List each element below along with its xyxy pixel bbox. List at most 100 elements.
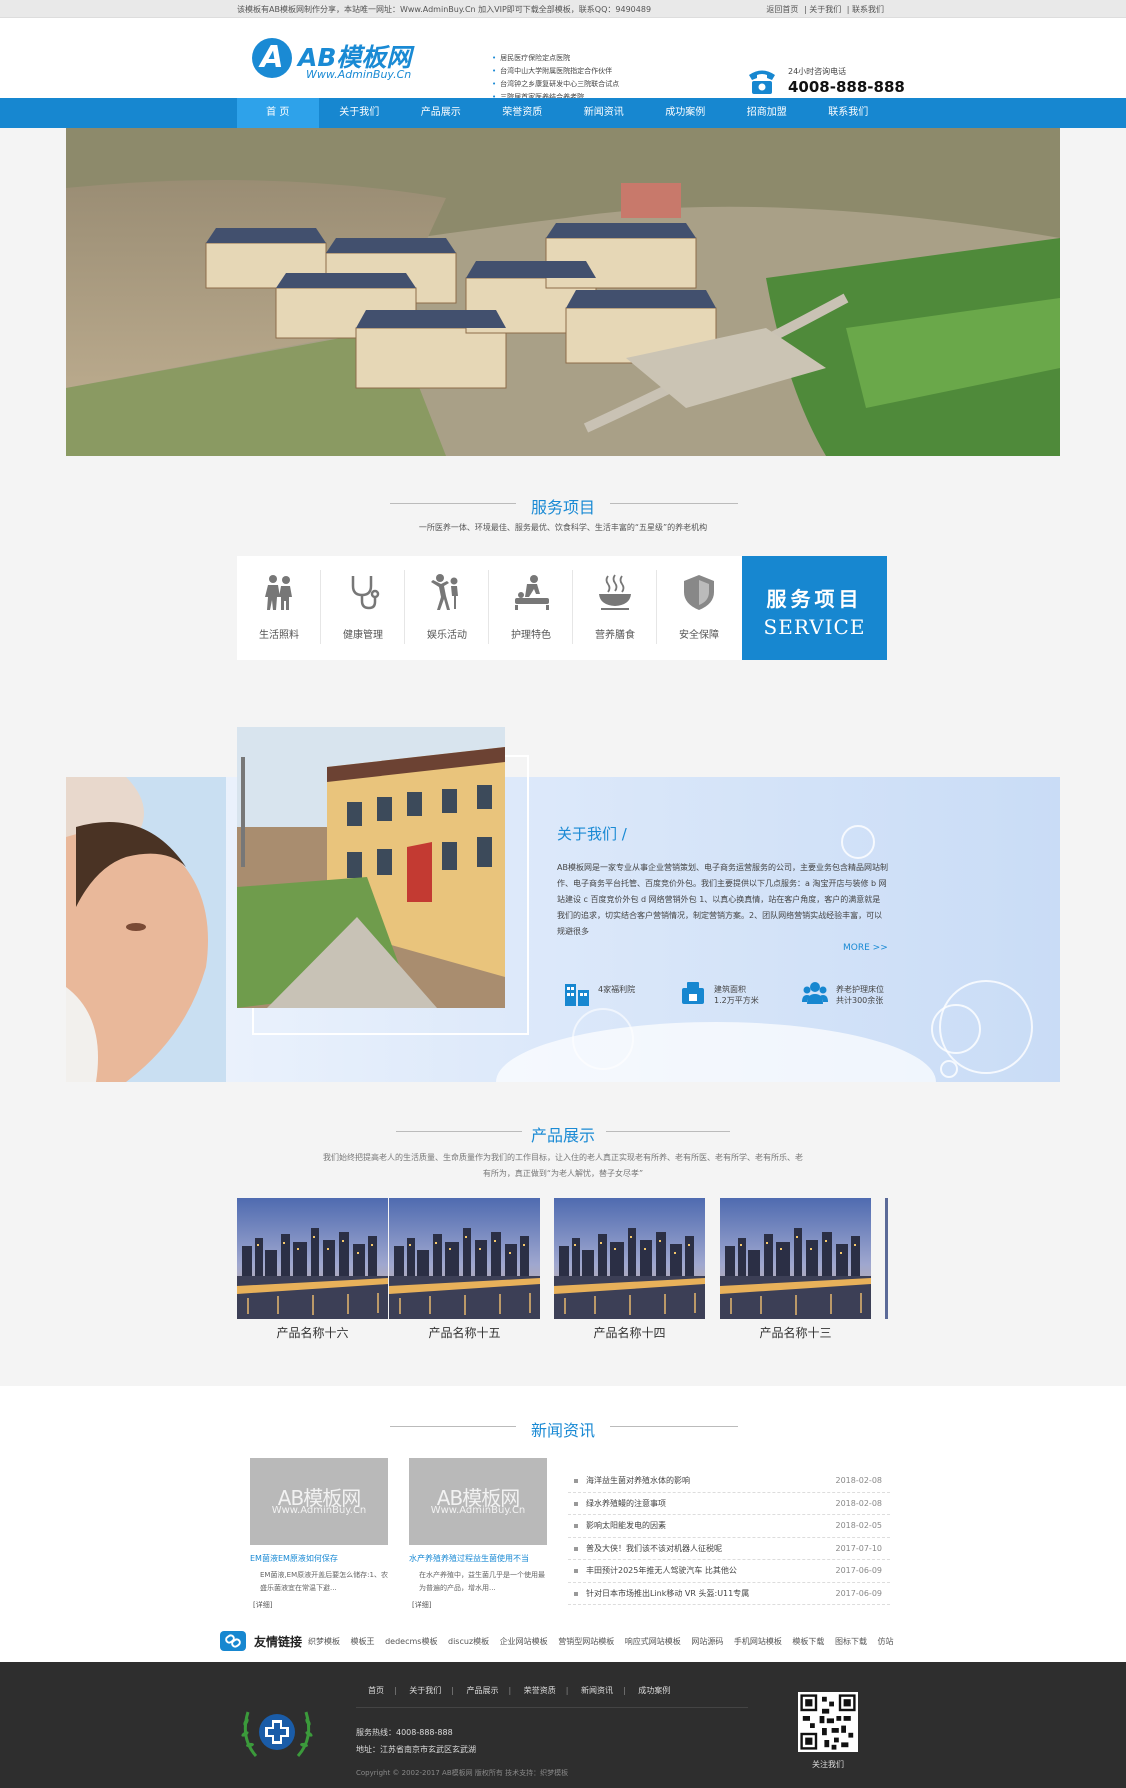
footer-hotline: 服务热线：4008-888-888 xyxy=(356,1728,453,1737)
news-card-more[interactable]: [详细] xyxy=(409,1600,547,1610)
stat-text: 4家福利院 xyxy=(598,985,636,994)
footer-nav-link[interactable]: 关于我们 xyxy=(409,1686,441,1695)
news-card-title[interactable]: 水产养殖养殖过程益生菌使用不当 xyxy=(409,1553,547,1564)
stat-text: 建筑面积 1.2万平方米 xyxy=(714,985,759,1005)
news-list-item[interactable]: 丰田预计2025年推无人驾驶汽车 比其他公 2017-06-09 xyxy=(568,1560,890,1583)
news-title: 新闻资讯 xyxy=(530,1421,595,1440)
footer-info: 服务热线：4008-888-888 地址：江苏省南京市玄武区玄武湖 xyxy=(356,1724,476,1758)
friend-link[interactable]: dedecms模板 xyxy=(385,1637,437,1646)
nav-home[interactable]: 首 页 xyxy=(237,98,319,128)
product-name[interactable]: 产品名称十五 xyxy=(389,1324,540,1341)
medical-emblem-icon xyxy=(241,1711,313,1757)
footer-copyright: Copyright © 2002-2017 AB模板网 版权所有 技术支持：织梦… xyxy=(356,1769,569,1777)
news-thumbnail[interactable]: AB模板网 Www.AdminBuy.Cn xyxy=(250,1458,388,1545)
service-item-diet[interactable]: 营养膳食 xyxy=(573,556,657,660)
product-card[interactable]: 产品名称十六 xyxy=(237,1198,388,1341)
footer-nav-link[interactable]: 产品展示 xyxy=(467,1686,499,1695)
footer-nav-link[interactable]: 荣誉资质 xyxy=(524,1686,556,1695)
products-section-title: 产品展示 xyxy=(0,1122,1126,1146)
news-card-title[interactable]: EM菌液EM原液如何保存 xyxy=(250,1553,388,1564)
tel-number: 4008-888-888 xyxy=(788,78,905,96)
nav-cases[interactable]: 成功案例 xyxy=(645,98,727,128)
nav-contact[interactable]: 联系我们 xyxy=(808,98,890,128)
divider xyxy=(356,1707,748,1708)
news-list-item[interactable]: 针对日本市场推出Link移动 VR 头盔:U11专属 2017-06-09 xyxy=(568,1583,890,1605)
friend-links: 友情链接 织梦模板 模板王 dedecms模板 discuz模板 企业网站模板 … xyxy=(220,1631,910,1651)
news-card[interactable]: AB模板网 Www.AdminBuy.Cn 水产养殖养殖过程益生菌使用不当 在水… xyxy=(409,1458,547,1610)
friend-link[interactable]: 图标下载 xyxy=(835,1637,867,1646)
home-link[interactable]: 返回首页 xyxy=(766,5,798,14)
friend-link[interactable]: 网站源码 xyxy=(691,1637,723,1646)
nav-news[interactable]: 新闻资讯 xyxy=(563,98,645,128)
news-card[interactable]: AB模板网 Www.AdminBuy.Cn EM菌液EM原液如何保存 EM菌液,… xyxy=(250,1458,388,1610)
friend-link[interactable]: 织梦模板 xyxy=(308,1637,340,1646)
elderly-couple-photo xyxy=(66,777,226,1082)
dancing-icon xyxy=(431,574,458,610)
friend-link[interactable]: 营销型网站模板 xyxy=(558,1637,614,1646)
service-item-nursing[interactable]: 护理特色 xyxy=(489,556,573,660)
nav-honors[interactable]: 荣誉资质 xyxy=(482,98,564,128)
friend-link[interactable]: 模板下载 xyxy=(792,1637,824,1646)
header-news-list: 居民医疗保险定点医院 台湾中山大学附属医院指定合作伙伴 台湾钟之乡康复研发中心三… xyxy=(492,52,619,104)
product-image[interactable] xyxy=(237,1198,388,1319)
news-card-more[interactable]: [详细] xyxy=(250,1600,388,1610)
nursing-home-photo[interactable] xyxy=(237,727,505,1008)
header-news-item[interactable]: 台湾中山大学附属医院指定合作伙伴 xyxy=(492,65,619,78)
about-link[interactable]: 关于我们 xyxy=(809,5,841,14)
header-news-item[interactable]: 居民医疗保险定点医院 xyxy=(492,52,619,65)
service-item-safety[interactable]: 安全保障 xyxy=(657,556,741,660)
main-nav: 首 页 关于我们 产品展示 荣誉资质 新闻资讯 成功案例 招商加盟 联系我们 xyxy=(0,98,1126,128)
product-image[interactable] xyxy=(389,1198,540,1319)
service-banner[interactable]: 服务项目 SERVICE xyxy=(742,556,887,660)
service-item-health[interactable]: 健康管理 xyxy=(321,556,405,660)
friend-link[interactable]: discuz模板 xyxy=(448,1637,489,1646)
service-label: 生活照料 xyxy=(259,630,299,641)
product-name[interactable]: 产品名称十六 xyxy=(237,1324,388,1341)
contact-link[interactable]: 联系我们 xyxy=(852,5,884,14)
qr-code-icon[interactable] xyxy=(798,1692,858,1752)
telephone-icon xyxy=(749,70,775,94)
friend-link[interactable]: 仿站 xyxy=(878,1637,894,1646)
product-name[interactable]: 产品名称十三 xyxy=(720,1324,871,1341)
service-item-care[interactable]: 生活照料 xyxy=(237,556,321,660)
site-logo[interactable]: A AB模板网 Www.AdminBuy.Cn xyxy=(252,38,442,82)
nav-products[interactable]: 产品展示 xyxy=(400,98,482,128)
product-card[interactable]: 产品名称十四 xyxy=(554,1198,705,1341)
service-panel: 生活照料 健康管理 娱乐活动 护理特色 营养膳食 安全保障 服务项目 SERVI… xyxy=(237,556,887,660)
site-header: A AB模板网 Www.AdminBuy.Cn 居民医疗保险定点医院 台湾中山大… xyxy=(0,18,1126,101)
news-list-item[interactable]: 绿水养殖鳗的注意事项 2018-02-08 xyxy=(568,1493,890,1515)
news-list-item[interactable]: 普及大侠！我们该不该对机器人征税呢 2017-07-10 xyxy=(568,1538,890,1560)
nursing-icon xyxy=(515,575,549,610)
top-links: 返回首页 | 关于我们 | 联系我们 xyxy=(766,4,884,15)
header-news-item[interactable]: 台湾钟之乡康复研发中心三院联合试点 xyxy=(492,78,619,91)
product-image[interactable] xyxy=(720,1198,871,1319)
news-list-item[interactable]: 海洋益生菌对养殖水体的影响 2018-02-08 xyxy=(568,1470,890,1493)
product-image[interactable] xyxy=(554,1198,705,1319)
service-title: 服务项目 xyxy=(530,498,595,517)
service-label: 娱乐活动 xyxy=(427,630,467,641)
product-card[interactable]: 产品名称十五 xyxy=(389,1198,540,1341)
hero-banner-image[interactable] xyxy=(66,128,1060,456)
product-card[interactable]: 产品名称十三 xyxy=(720,1198,871,1341)
friend-link[interactable]: 手机网站模板 xyxy=(734,1637,782,1646)
friend-link[interactable]: 企业网站模板 xyxy=(500,1637,548,1646)
building-icon xyxy=(565,984,589,1006)
friend-link[interactable]: 响应式网站模板 xyxy=(625,1637,681,1646)
footer-nav-link[interactable]: 成功案例 xyxy=(638,1686,670,1695)
nav-about[interactable]: 关于我们 xyxy=(319,98,401,128)
product-name[interactable]: 产品名称十四 xyxy=(554,1324,705,1341)
elderly-walking-icon xyxy=(265,575,292,610)
footer-nav-link[interactable]: 首页 xyxy=(368,1686,384,1695)
footer-address: 地址：江苏省南京市玄武区玄武湖 xyxy=(356,1745,476,1754)
footer-nav-link[interactable]: 新闻资讯 xyxy=(581,1686,613,1695)
nav-franchise[interactable]: 招商加盟 xyxy=(726,98,808,128)
news-thumbnail[interactable]: AB模板网 Www.AdminBuy.Cn xyxy=(409,1458,547,1545)
news-list-item[interactable]: 影响太阳能发电的因素 2018-02-05 xyxy=(568,1515,890,1538)
service-label: 营养膳食 xyxy=(595,630,635,641)
products-title: 产品展示 xyxy=(530,1126,595,1145)
food-bowl-icon xyxy=(599,574,631,610)
about-more-link[interactable]: MORE >> xyxy=(843,943,888,953)
friend-link[interactable]: 模板王 xyxy=(351,1637,375,1646)
friend-links-list: 织梦模板 模板王 dedecms模板 discuz模板 企业网站模板 营销型网站… xyxy=(308,1636,902,1647)
service-item-recreation[interactable]: 娱乐活动 xyxy=(405,556,489,660)
